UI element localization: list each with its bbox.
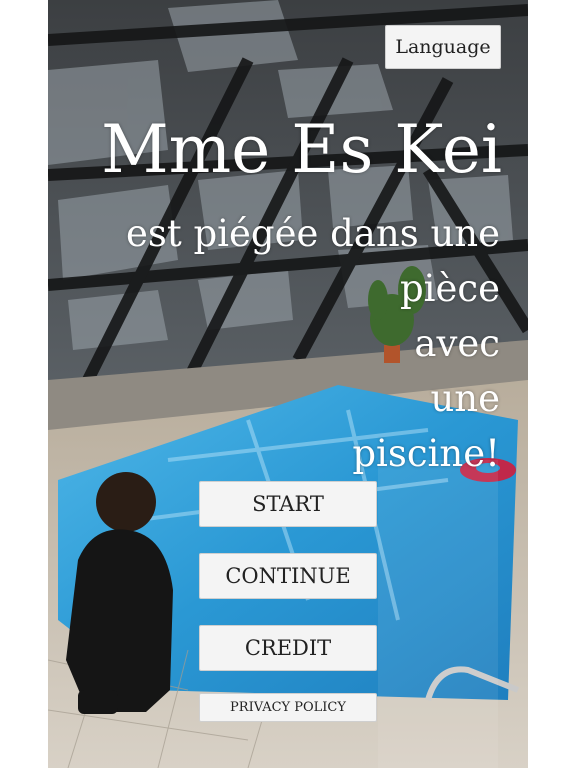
start-button[interactable]: START [199,481,377,527]
subtitle-line: pièce [399,267,500,310]
privacy-policy-button[interactable]: PRIVACY POLICY [199,693,377,722]
subtitle-line: piscine! [352,432,500,475]
continue-button[interactable]: CONTINUE [199,553,377,599]
game-subtitle: est piégée dans une pièce avec une pisci… [80,206,500,481]
subtitle-line: est piégée dans une [125,212,500,255]
game-title: Mme Es Kei [101,111,502,188]
game-title-screen: Language Mme Es Kei est piégée dans une … [48,0,528,768]
credit-button[interactable]: CREDIT [199,625,377,671]
subtitle-line: avec [414,322,500,365]
subtitle-line: une [430,377,500,420]
language-button[interactable]: Language [385,25,501,69]
